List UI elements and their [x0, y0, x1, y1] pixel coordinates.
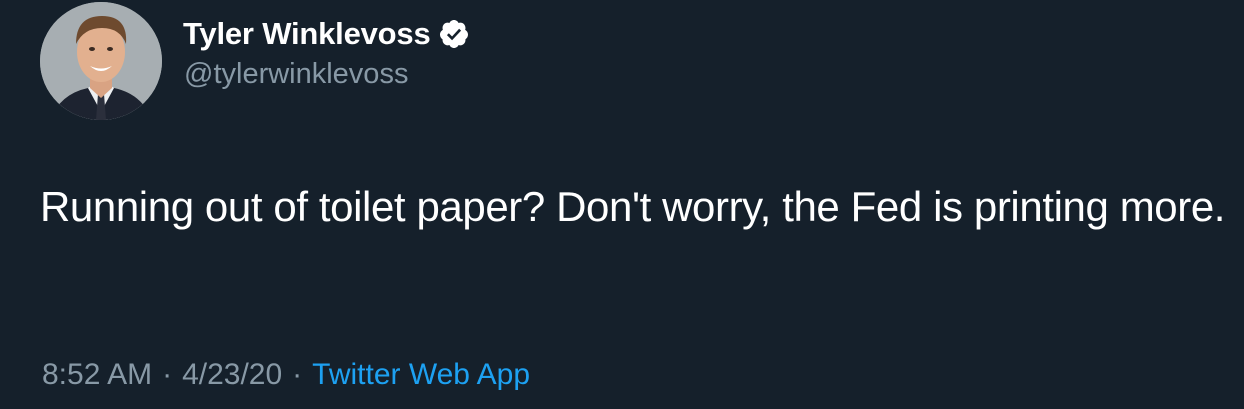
tweet-date[interactable]: 4/23/20: [182, 358, 282, 392]
author-display-name[interactable]: Tyler Winklevoss: [183, 16, 431, 52]
tweet-source-link[interactable]: Twitter Web App: [312, 358, 530, 392]
meta-separator: ·: [162, 358, 173, 391]
tweet-card: Tyler Winklevoss @tylerwinklevoss Runnin…: [0, 0, 1244, 409]
author-name-row: Tyler Winklevoss: [183, 14, 470, 54]
tweet-metadata: 8:52 AM · 4/23/20 · Twitter Web App: [42, 358, 530, 392]
verified-badge-icon: [438, 18, 470, 50]
meta-separator: ·: [292, 358, 303, 391]
tweet-text: Running out of toilet paper? Don't worry…: [40, 183, 1226, 230]
tweet-time[interactable]: 8:52 AM: [42, 358, 152, 392]
author-avatar[interactable]: [40, 2, 162, 120]
avatar-photo: [40, 2, 162, 120]
author-handle[interactable]: @tylerwinklevoss: [184, 58, 408, 91]
